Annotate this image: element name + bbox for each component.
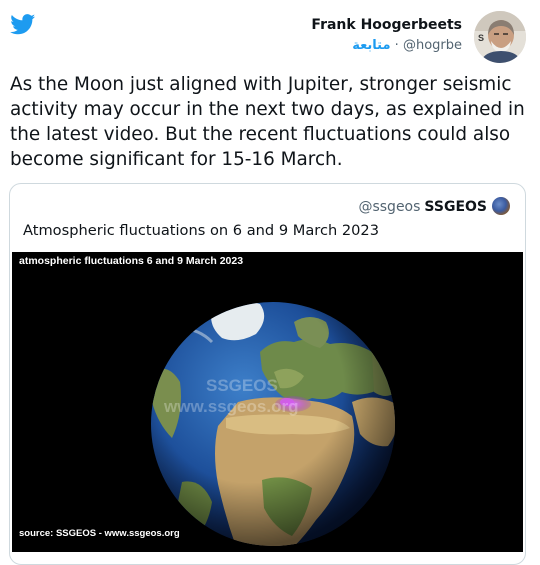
avatar-portrait: S	[474, 11, 526, 63]
ssgeos-avatar-icon[interactable]	[492, 197, 510, 215]
avatar[interactable]: S	[474, 11, 526, 63]
follow-link[interactable]: متابعة	[352, 38, 390, 53]
watermark-line-2: www.ssgeos.org	[163, 397, 298, 416]
author-name[interactable]: Frank Hoogerbeets	[311, 16, 462, 34]
quoted-tweet[interactable]: @ssgeos SSGEOS Atmospheric fluctuations o…	[9, 183, 526, 565]
globe-image: SSGEOS www.ssgeos.org	[12, 252, 523, 552]
svg-text:S: S	[478, 33, 484, 43]
watermark-line-1: SSGEOS	[206, 376, 278, 395]
quoted-tweet-text: Atmospheric fluctuations on 6 and 9 Marc…	[23, 222, 380, 239]
quoted-tweet-header: @ssgeos SSGEOS	[358, 197, 510, 217]
media-title: atmospheric fluctuations 6 and 9 March 2…	[19, 255, 244, 267]
twitter-bird-icon[interactable]	[10, 14, 36, 35]
author-subline: متابعة · @hogrbe	[311, 36, 462, 55]
tweet-text: As the Moon just aligned with Jupiter, s…	[10, 74, 525, 170]
quoted-media-image[interactable]: SSGEOS www.ssgeos.org atmospheric fluctu…	[12, 252, 523, 552]
separator-dot: ·	[394, 38, 399, 53]
author-block: Frank Hoogerbeets متابعة · @hogrbe	[311, 16, 462, 55]
media-source: source: SSGEOS - www.ssgeos.org	[19, 528, 180, 539]
quoted-handle[interactable]: @ssgeos	[358, 199, 420, 215]
quoted-name[interactable]: SSGEOS	[424, 199, 487, 215]
author-handle[interactable]: @hogrbe	[403, 38, 462, 53]
